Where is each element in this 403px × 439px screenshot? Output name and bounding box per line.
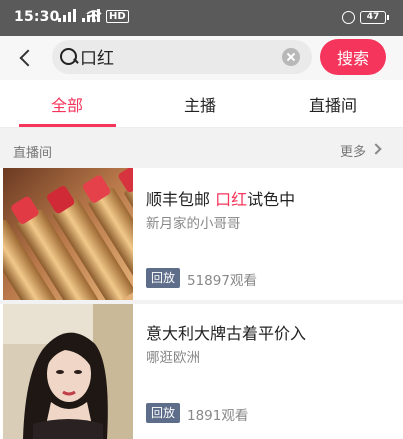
chevron-right-icon[interactable] bbox=[370, 143, 382, 155]
more-link[interactable]: 更多 bbox=[340, 141, 366, 160]
status-bar: 15:30 HD 47 bbox=[0, 0, 403, 36]
section-header: 直播间 更多 bbox=[0, 128, 403, 168]
tab-hosts[interactable]: 主播 bbox=[184, 92, 216, 116]
status-time: 15:30 bbox=[14, 9, 60, 25]
search-header: 搜索 bbox=[0, 36, 403, 80]
replay-badge: 回放 bbox=[146, 268, 181, 288]
back-icon[interactable] bbox=[14, 46, 38, 70]
battery-icon: 47 bbox=[360, 11, 389, 24]
result-tabs: 全部 主播 直播间 bbox=[0, 80, 403, 127]
card-title: 意大利大牌古着平价入 bbox=[146, 324, 307, 343]
host-name: 新月家的小哥哥 bbox=[146, 216, 241, 232]
card-title: 顺丰包邮 口红试色中 bbox=[146, 190, 296, 209]
clear-icon[interactable] bbox=[282, 48, 300, 66]
tab-all[interactable]: 全部 bbox=[51, 92, 83, 116]
keyword-highlight: 口红 bbox=[215, 190, 248, 209]
host-portrait-thumbnail[interactable] bbox=[3, 304, 133, 439]
rotation-lock-icon bbox=[342, 11, 355, 24]
search-button[interactable]: 搜索 bbox=[320, 39, 386, 75]
host-name: 哪逛欧洲 bbox=[146, 350, 200, 366]
replay-badge: 回放 bbox=[146, 403, 181, 423]
search-box[interactable] bbox=[52, 40, 312, 74]
section-title: 直播间 bbox=[13, 146, 53, 161]
search-icon bbox=[60, 48, 78, 66]
wifi-icon bbox=[86, 10, 102, 23]
network-badge: HD bbox=[106, 10, 129, 23]
view-count: 1891观看 bbox=[187, 408, 249, 424]
view-count: 51897观看 bbox=[187, 273, 257, 289]
tab-live-rooms[interactable]: 直播间 bbox=[309, 92, 357, 116]
lipstick-thumbnail[interactable] bbox=[3, 168, 133, 300]
live-room-card[interactable]: 意大利大牌古着平价入 哪逛欧洲 回放 1891观看 bbox=[0, 304, 403, 439]
live-room-card[interactable]: 顺丰包邮 口红试色中 新月家的小哥哥 回放 51897观看 bbox=[0, 168, 403, 300]
search-input[interactable] bbox=[80, 46, 270, 66]
